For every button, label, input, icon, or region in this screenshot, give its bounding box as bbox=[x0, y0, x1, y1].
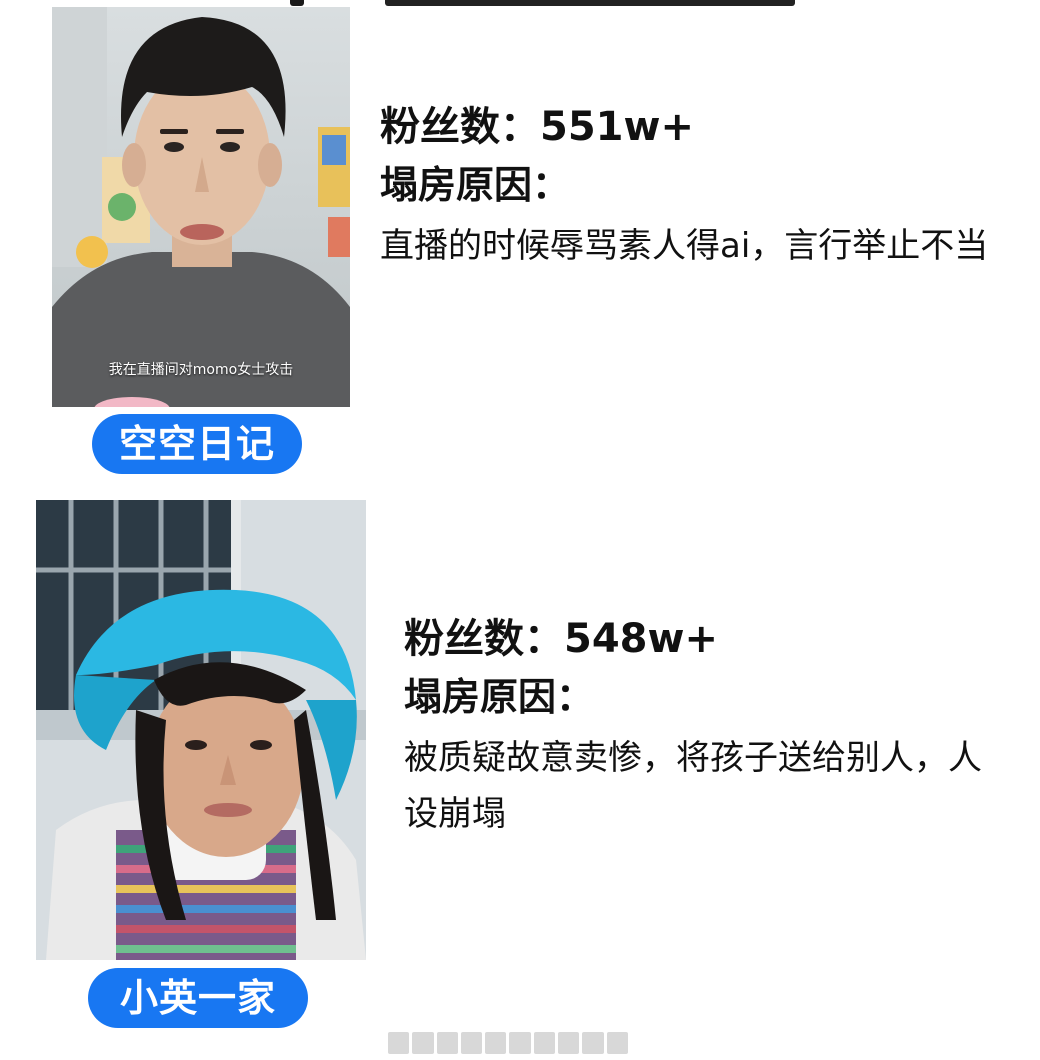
name-pill-1: 空空日记 bbox=[92, 414, 302, 474]
cropped-top-mark bbox=[290, 0, 304, 6]
scroll-tick bbox=[388, 1032, 410, 1054]
scroll-tick bbox=[606, 1032, 628, 1054]
name-pill-2: 小英一家 bbox=[88, 968, 308, 1028]
scroll-tick bbox=[582, 1032, 604, 1054]
fans-count-2: 粉丝数：548w+ bbox=[404, 610, 1014, 668]
photo-caption: 我在直播间对momo女士攻击 bbox=[108, 362, 294, 378]
entry-info-2: 粉丝数：548w+ 塌房原因： 被质疑故意卖惨，将孩子送给别人，人设崩塌 bbox=[404, 610, 1014, 842]
reason-label-1: 塌房原因： bbox=[380, 163, 571, 207]
scroll-tick bbox=[412, 1032, 434, 1054]
fans-value: 551w+ bbox=[540, 104, 694, 150]
entry-photo-2 bbox=[36, 500, 366, 960]
fans-count-1: 粉丝数：551w+ bbox=[380, 98, 1010, 156]
entry-photo-1: 我在直播间对momo女士攻击 bbox=[52, 7, 350, 407]
scroll-tick bbox=[533, 1032, 556, 1054]
portrait-image bbox=[52, 7, 350, 407]
reason-text-1: 直播的时候辱骂素人得ai，言行举止不当 bbox=[380, 226, 989, 266]
fans-label: 粉丝数： bbox=[404, 616, 564, 662]
reason-text-2: 被质疑故意卖惨，将孩子送给别人，人设崩塌 bbox=[404, 738, 982, 834]
scroll-tick bbox=[436, 1032, 458, 1054]
scroll-tick bbox=[558, 1032, 580, 1054]
reason-label-2: 塌房原因： bbox=[404, 675, 595, 719]
cropped-top-mark bbox=[385, 0, 795, 6]
scroll-indicator bbox=[388, 1032, 628, 1054]
entry-info-1: 粉丝数：551w+ 塌房原因： 直播的时候辱骂素人得ai，言行举止不当 bbox=[380, 98, 1010, 274]
scroll-tick bbox=[460, 1032, 483, 1054]
fans-value: 548w+ bbox=[564, 616, 718, 662]
portrait-image bbox=[36, 500, 366, 960]
scroll-tick bbox=[509, 1032, 531, 1054]
scroll-tick bbox=[485, 1032, 507, 1054]
fans-label: 粉丝数： bbox=[380, 104, 540, 150]
